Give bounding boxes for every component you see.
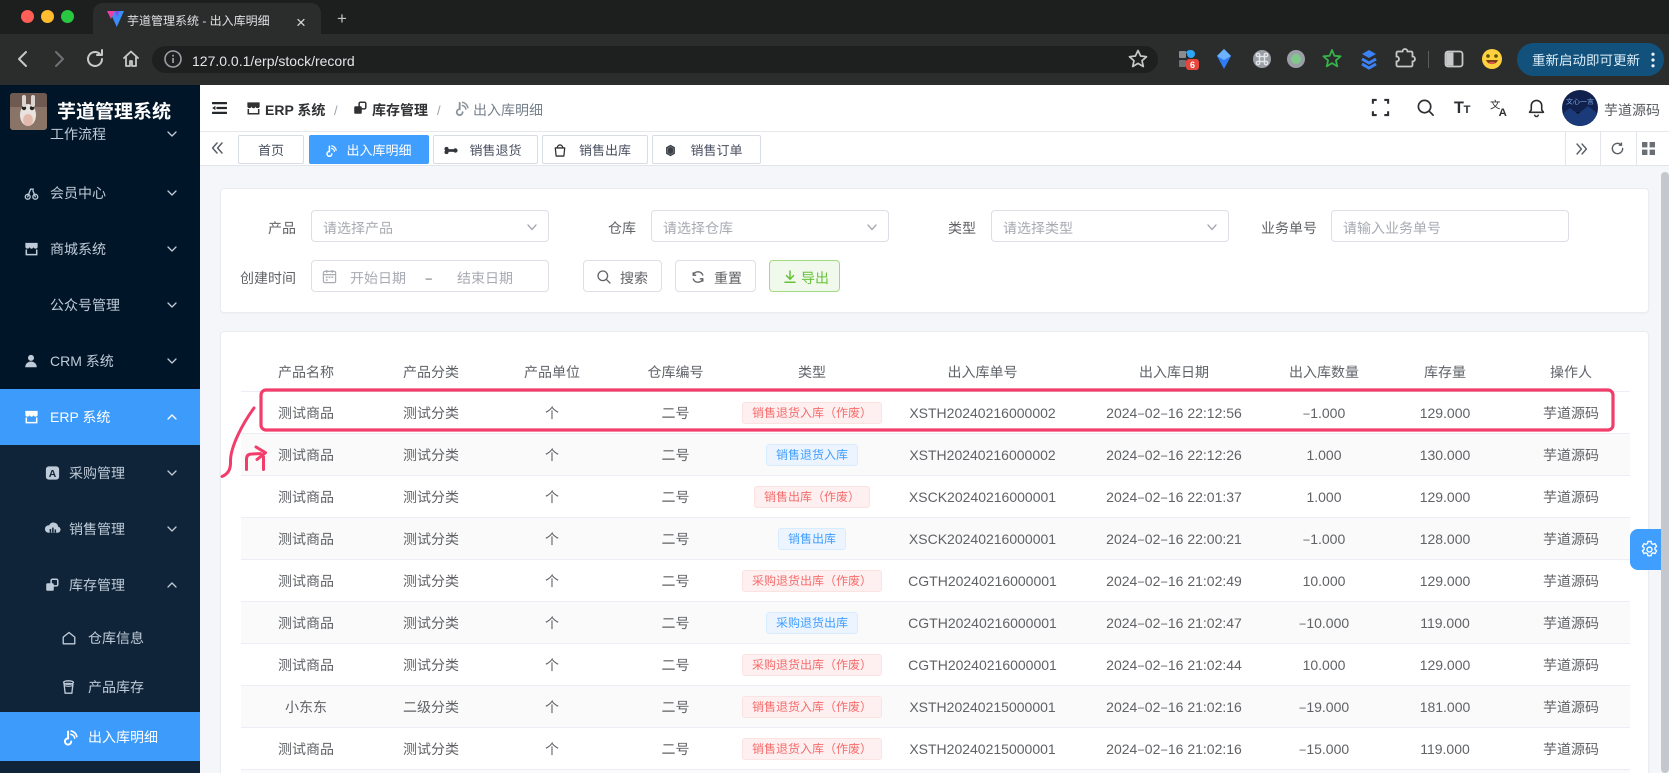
svg-text:T: T xyxy=(1463,104,1470,116)
svg-text:文心一言: 文心一言 xyxy=(1566,97,1594,107)
svg-text:6: 6 xyxy=(1190,58,1195,71)
svg-text:A: A xyxy=(1499,107,1507,118)
svg-text:T: T xyxy=(1454,99,1464,117)
svg-text:A: A xyxy=(49,469,57,480)
